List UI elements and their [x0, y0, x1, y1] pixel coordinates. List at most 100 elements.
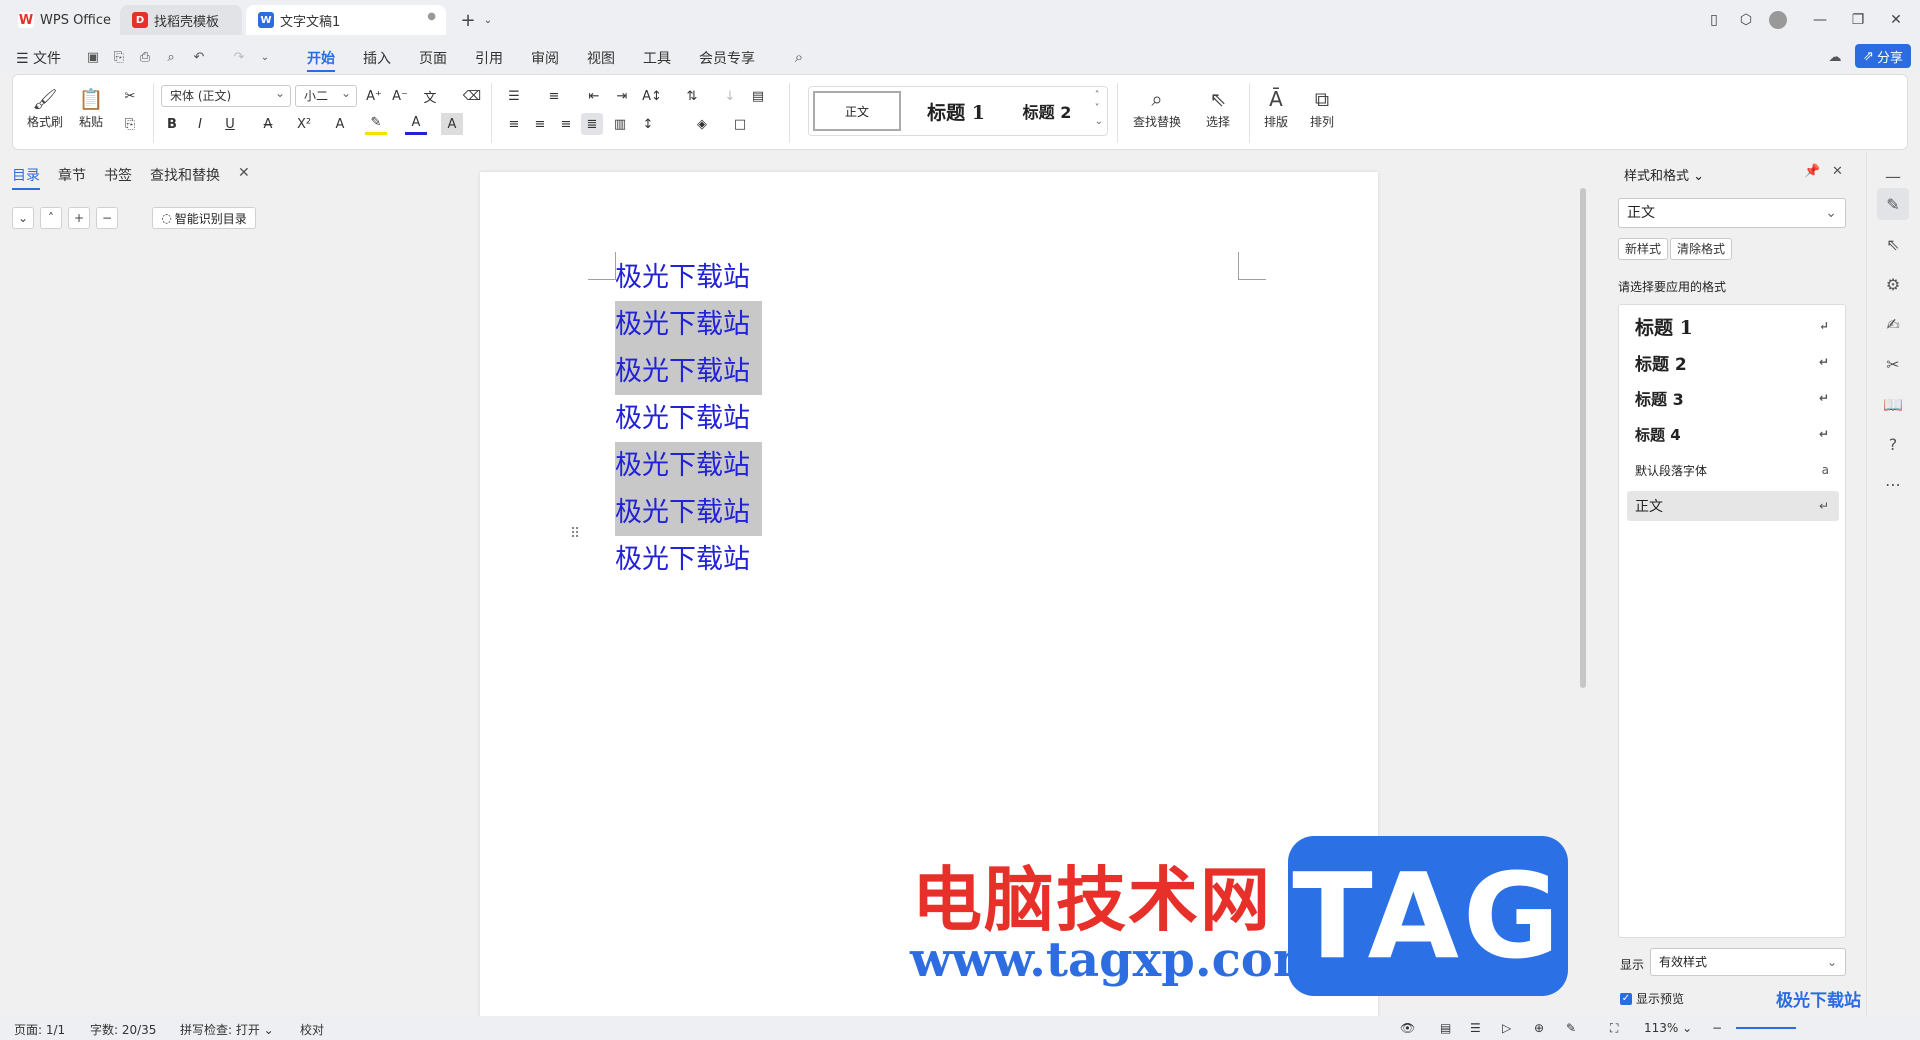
style-normal[interactable]: 正文: [813, 91, 901, 131]
paragraph-selected[interactable]: 极光下载站: [615, 489, 762, 536]
help-icon[interactable]: ?: [1877, 428, 1909, 460]
search-icon[interactable]: ⌕: [790, 48, 808, 66]
scroll-thumb[interactable]: [1580, 188, 1586, 688]
tab-docer[interactable]: D 找稻壳模板: [120, 5, 242, 35]
tab-document[interactable]: W 文字文稿1 ●: [246, 5, 446, 35]
font-size-select[interactable]: 小二: [295, 83, 357, 107]
tab-close-icon[interactable]: ●: [427, 11, 436, 22]
layout-icon[interactable]: ▯: [1702, 8, 1726, 32]
play-icon[interactable]: ▷: [1502, 1021, 1511, 1035]
bold-icon[interactable]: B: [161, 113, 183, 135]
show-preview-checkbox[interactable]: ✓ 显示预览: [1620, 990, 1684, 1007]
web-view-icon[interactable]: ⊕: [1534, 1021, 1544, 1035]
shading-icon[interactable]: ◈: [691, 113, 713, 135]
add-icon[interactable]: +: [68, 207, 90, 229]
print-icon[interactable]: ⎙: [136, 48, 154, 66]
style-heading-1[interactable]: 标题 1: [911, 91, 1001, 131]
zoom-level[interactable]: 113% ⌄: [1644, 1021, 1692, 1035]
panel-title[interactable]: 样式和格式 ⌄: [1624, 165, 1704, 184]
style-item-heading-1[interactable]: 标题 1 ↵: [1627, 311, 1839, 341]
font-color-icon[interactable]: A: [405, 113, 427, 135]
avatar[interactable]: [1766, 8, 1790, 32]
tab-list-chevron-icon[interactable]: ⌄: [476, 8, 500, 32]
collapse-chevron-icon[interactable]: ⌄: [12, 207, 34, 229]
review-icon[interactable]: ✍: [1877, 308, 1909, 340]
paragraph[interactable]: 极光下载站: [615, 536, 762, 583]
highlight-icon[interactable]: ✎: [365, 113, 387, 135]
menu-member[interactable]: 会员专享: [699, 48, 755, 68]
strikethrough-icon[interactable]: A: [257, 113, 279, 135]
underline-icon[interactable]: U: [219, 113, 241, 135]
style-item-default-font[interactable]: 默认段落字体 a: [1627, 455, 1839, 485]
paragraph-selected[interactable]: 极光下载站: [615, 301, 762, 348]
expand-chevron-icon[interactable]: ˄: [40, 207, 62, 229]
paste-button[interactable]: 📋 粘贴: [77, 85, 105, 130]
tools-icon[interactable]: ✂: [1877, 348, 1909, 380]
proofread[interactable]: 校对: [300, 1021, 324, 1038]
more-chevron-icon[interactable]: ⌄: [256, 48, 274, 66]
new-style-button[interactable]: 新样式: [1618, 238, 1669, 260]
select-cursor-icon[interactable]: ⇖: [1877, 228, 1909, 260]
style-pen-icon[interactable]: ✎: [1877, 188, 1909, 220]
menu-tools[interactable]: 工具: [643, 48, 671, 68]
zoom-slider[interactable]: [1736, 1027, 1796, 1029]
share-button[interactable]: ⇗ 分享: [1855, 44, 1911, 68]
page-indicator[interactable]: 页面: 1/1: [14, 1021, 65, 1038]
line-spacing-icon[interactable]: ↕: [637, 113, 659, 135]
bullet-list-icon[interactable]: ☰: [503, 85, 525, 107]
book-icon[interactable]: 📖: [1877, 388, 1909, 420]
font-shrink-icon[interactable]: A⁻: [389, 85, 411, 107]
fit-icon[interactable]: ⛶: [1610, 1021, 1618, 1036]
style-item-normal[interactable]: 正文 ↵: [1627, 491, 1839, 521]
find-replace-button[interactable]: ⌕ 查找替换: [1117, 85, 1197, 130]
close-panel-icon[interactable]: ✕: [238, 165, 250, 181]
tab-wps-office[interactable]: W WPS Office: [6, 5, 116, 35]
select-button[interactable]: ⇖ 选择: [1195, 85, 1241, 130]
properties-icon[interactable]: ⚙: [1877, 268, 1909, 300]
page-view-icon[interactable]: ▤: [1440, 1021, 1451, 1035]
align-right-icon[interactable]: ≡: [555, 113, 577, 135]
numbered-list-icon[interactable]: ≡: [543, 85, 565, 107]
char-shading-icon[interactable]: A: [441, 113, 463, 135]
file-menu[interactable]: ☰ 文件: [16, 48, 61, 68]
style-item-heading-2[interactable]: 标题 2 ↵: [1627, 347, 1839, 377]
layout-button[interactable]: Ā 排版: [1253, 85, 1299, 130]
gallery-scroll-icon[interactable]: ˄ ˅ ⌄: [1095, 89, 1103, 128]
format-painter-button[interactable]: 🖌 格式刷: [27, 85, 63, 130]
redo-icon[interactable]: ↷: [230, 48, 248, 66]
paragraph-selected[interactable]: 极光下载站: [615, 348, 762, 395]
style-heading-2[interactable]: 标题 2: [1005, 91, 1089, 131]
minimize-icon[interactable]: —: [1808, 8, 1832, 32]
menu-home[interactable]: 开始: [307, 48, 335, 72]
superscript-icon[interactable]: X²: [293, 113, 315, 135]
vertical-scrollbar[interactable]: [1576, 152, 1590, 1016]
menu-page[interactable]: 页面: [419, 48, 447, 68]
arrange-button[interactable]: ⧉ 排列: [1299, 85, 1345, 130]
eraser-icon[interactable]: ⌫: [461, 85, 483, 107]
close-icon[interactable]: ✕: [1884, 8, 1908, 32]
export-icon[interactable]: ⎘: [110, 48, 128, 66]
outline-view-icon[interactable]: ☰: [1470, 1021, 1481, 1035]
menu-view[interactable]: 视图: [587, 48, 615, 68]
show-select[interactable]: 有效样式 ⌄: [1650, 948, 1846, 976]
align-left-icon[interactable]: ≡: [503, 113, 525, 135]
italic-icon[interactable]: I: [189, 113, 211, 135]
text-effect-icon[interactable]: A: [329, 113, 351, 135]
print-preview-icon[interactable]: ⌕: [162, 48, 180, 66]
ruler-icon[interactable]: ▤: [747, 85, 769, 107]
paragraph-selected[interactable]: 极光下载站: [615, 442, 762, 489]
copy-icon[interactable]: ⎘: [119, 113, 141, 135]
clear-format-button[interactable]: 清除格式: [1670, 238, 1733, 260]
remove-icon[interactable]: −: [96, 207, 118, 229]
paragraph[interactable]: 极光下载站: [615, 254, 762, 301]
menu-insert[interactable]: 插入: [363, 48, 391, 68]
undo-icon[interactable]: ↶: [190, 48, 208, 66]
cube-icon[interactable]: ⬡: [1734, 8, 1758, 32]
current-style-select[interactable]: 正文 ⌄: [1618, 198, 1846, 228]
tab-bookmarks[interactable]: 书签: [104, 165, 132, 185]
tab-find-replace[interactable]: 查找和替换: [150, 165, 220, 185]
tab-chapters[interactable]: 章节: [58, 165, 86, 185]
smart-toc-button[interactable]: ◌ 智能识别目录: [152, 207, 256, 229]
cut-icon[interactable]: ✂: [119, 85, 141, 107]
font-grow-icon[interactable]: A⁺: [363, 85, 385, 107]
